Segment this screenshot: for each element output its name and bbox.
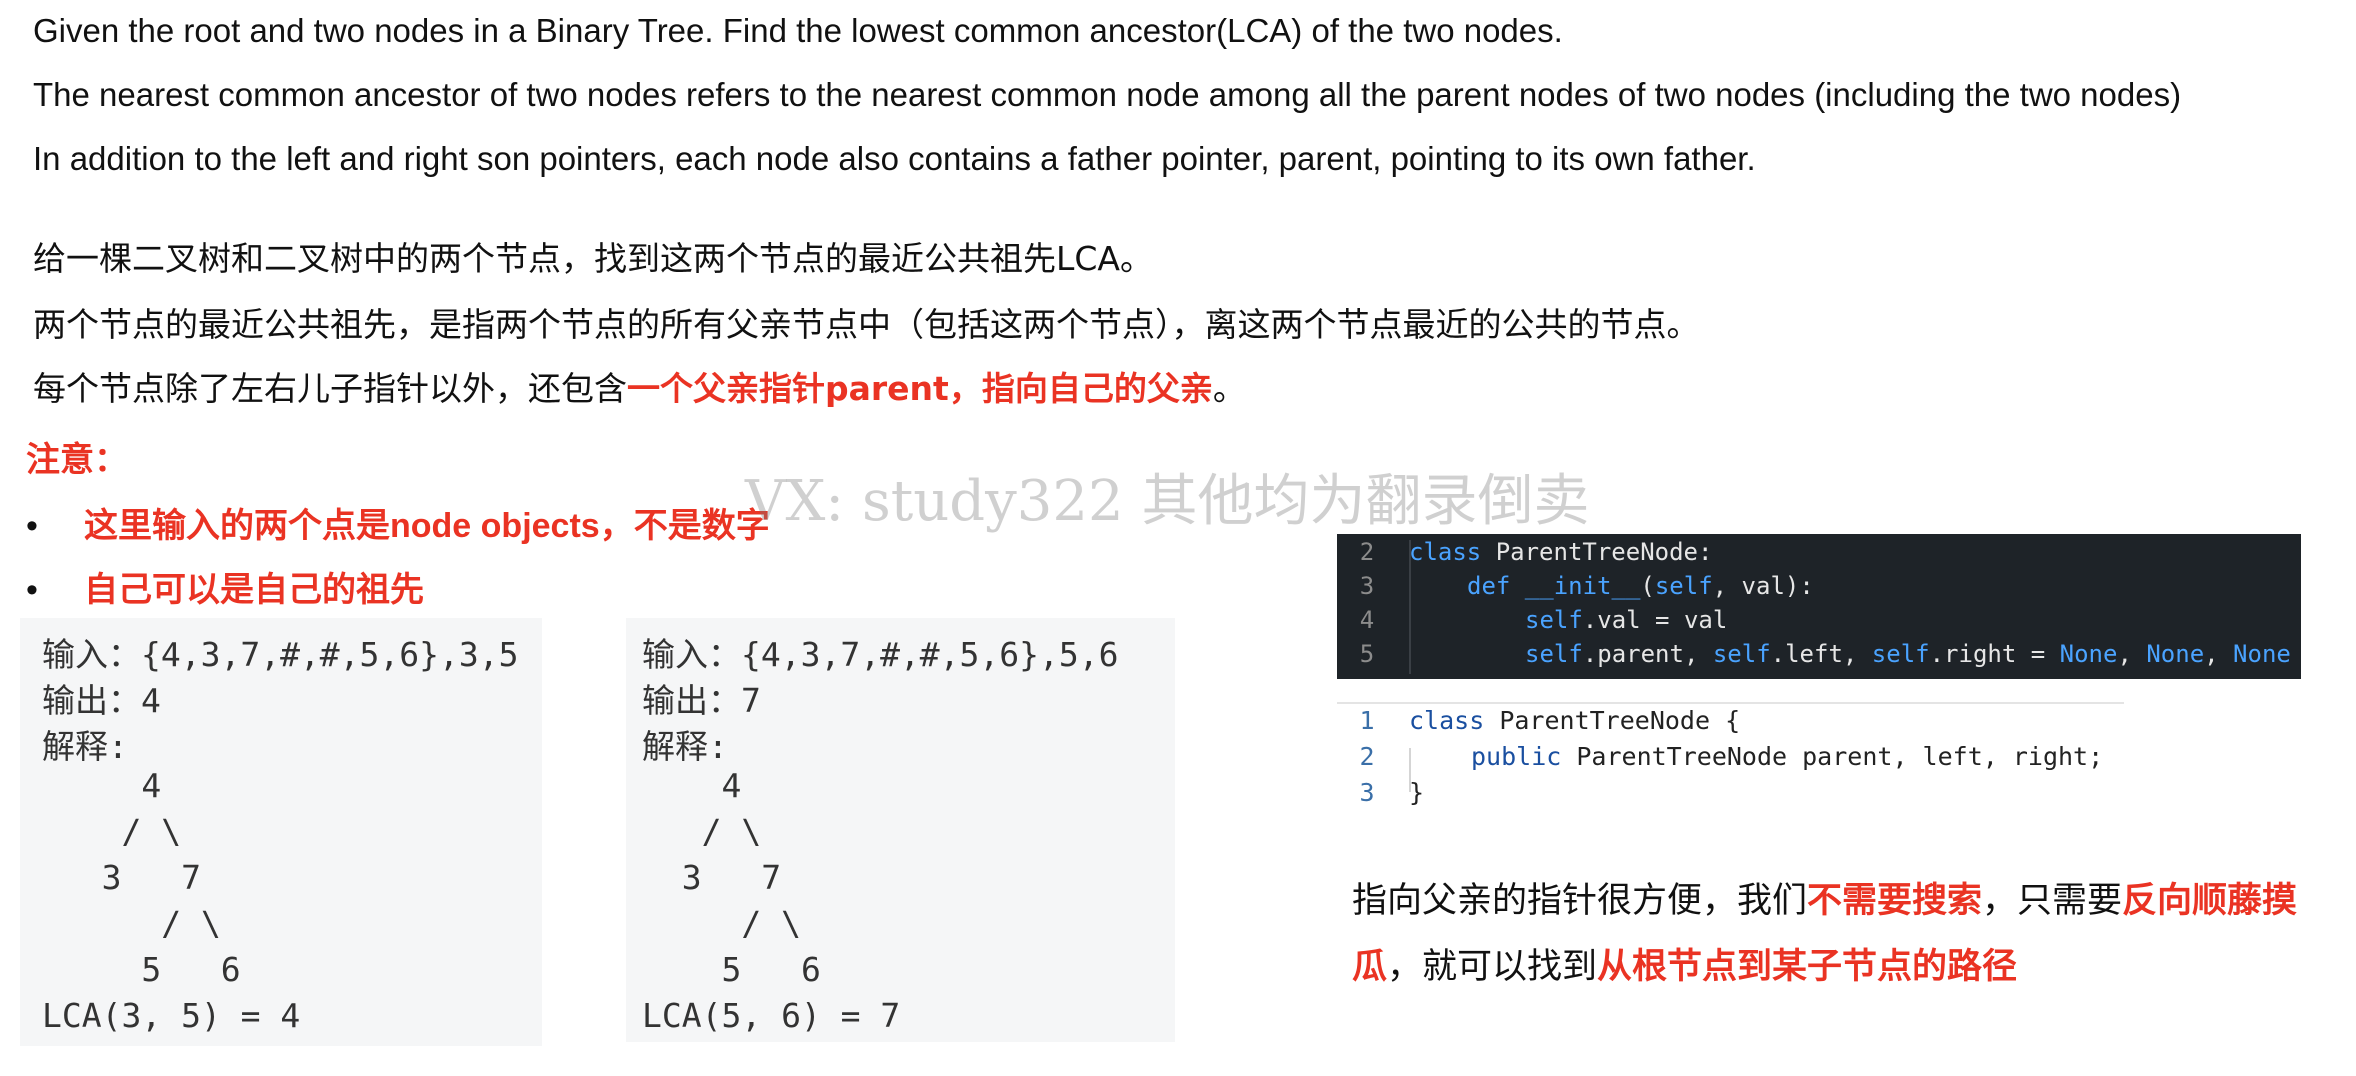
chinese-line-2: 两个节点的最近公共祖先，是指两个节点的所有父亲节点中（包括这两个节点），离这两个… — [33, 305, 1700, 344]
example-box-2: 输入：{4,3,7,#,#,5,6},5,6 输出：7 解释: 4 / \ 3 … — [626, 618, 1175, 1042]
line-number: 5 — [1359, 640, 1375, 668]
code-text: .left, — [1770, 640, 1872, 668]
example-2-line: 输出：7 — [642, 681, 761, 720]
keyword: None — [2233, 640, 2291, 668]
code-text: .right = — [1929, 640, 2060, 668]
keyword: public — [1471, 742, 1562, 771]
function-name: __init__ — [1510, 572, 1641, 600]
example-2-line: 输入：{4,3,7,#,#,5,6},5,6 — [642, 635, 1119, 674]
note-item-2-text: 自己可以是自己的祖先 — [84, 571, 424, 609]
code-text: ParentTreeNode: — [1481, 538, 1713, 566]
bullet-icon: • — [26, 507, 38, 545]
line-number: 2 — [1359, 538, 1375, 566]
bullet-icon: • — [26, 571, 38, 609]
divider — [1337, 702, 2124, 704]
summary-text: ，只需要 — [1982, 881, 2123, 921]
python-line: 3 def __init__(self, val): — [1337, 572, 1814, 600]
example-2-line: 解释: — [642, 727, 728, 766]
code-text: .val = val — [1582, 606, 1728, 634]
keyword: self — [1654, 572, 1713, 600]
code-text: ParentTreeNode { — [1484, 706, 1741, 735]
python-code-block: 2 class ParentTreeNode: 3 def __init__(sel… — [1337, 534, 2301, 679]
example-2-line: 5 6 — [642, 950, 821, 989]
chinese-line-3-prefix: 每个节点除了左右儿子指针以外，还包含 — [33, 369, 627, 408]
keyword: def — [1467, 572, 1511, 600]
example-1-line: 输出：4 — [42, 681, 161, 720]
example-1-line: 输入：{4,3,7,#,#,5,6},3,5 — [42, 635, 519, 674]
keyword: class — [1409, 538, 1482, 566]
keyword: None — [2146, 640, 2205, 668]
summary-highlight: 不需要搜索 — [1807, 881, 1983, 921]
summary-text: ，就可以找到 — [1387, 947, 1598, 987]
python-line: 2 class ParentTreeNode: — [1337, 538, 1713, 566]
example-2-line: / \ — [642, 812, 762, 851]
example-1-line: 5 6 — [42, 950, 241, 989]
code-text: , — [2204, 640, 2234, 668]
chinese-line-3: 每个节点除了左右儿子指针以外，还包含一个父亲指针parent，指向自己的父亲。 — [33, 362, 1246, 410]
note-title: 注意： — [26, 441, 128, 479]
line-number: 1 — [1359, 706, 1375, 735]
example-2-line: / \ — [642, 904, 801, 943]
line-number: 3 — [1359, 778, 1375, 807]
note-item-1-text: 这里输入的两个点是node objects，不是数字 — [84, 507, 770, 545]
chinese-line-1: 给一棵二叉树和二叉树中的两个节点，找到这两个节点的最近公共祖先LCA。 — [33, 239, 1154, 278]
summary-highlight: 从根节点到某子节点的路径 — [1597, 947, 2018, 987]
chinese-line-3-suffix: 。 — [1212, 369, 1246, 408]
example-1-line: 4 — [42, 766, 162, 805]
summary-line-2: 瓜，就可以找到从根节点到某子节点的路径 — [1352, 938, 2017, 989]
java-line: 1 class ParentTreeNode { — [1337, 706, 1740, 735]
note-item-2: • 自己可以是自己的祖先 — [26, 562, 424, 611]
english-line-1: Given the root and two nodes in a Binary… — [33, 12, 1563, 49]
example-2-line: 4 — [642, 766, 742, 805]
code-text: .parent, — [1582, 640, 1713, 668]
keyword: self — [1525, 640, 1583, 668]
english-line-2: The nearest common ancestor of two nodes… — [33, 76, 2182, 113]
watermark: VX: study322 其他均为翻录倒卖 — [745, 469, 1590, 534]
summary-highlight: 反向顺藤摸 — [2122, 881, 2298, 921]
code-text: } — [1409, 778, 1425, 807]
java-line: 2 public ParentTreeNode parent, left, rig… — [1337, 742, 2103, 771]
example-2-line: 3 7 — [642, 858, 782, 897]
line-number: 2 — [1359, 742, 1375, 771]
example-1-line: / \ — [42, 904, 221, 943]
code-text: ( — [1640, 572, 1655, 600]
keyword: class — [1409, 706, 1485, 735]
example-1-line: 解释: — [42, 727, 128, 766]
line-number: 4 — [1359, 606, 1375, 634]
example-box-1: 输入：{4,3,7,#,#,5,6},3,5 输出：4 解释: 4 / \ 3 … — [20, 618, 542, 1046]
python-line: 4 self.val = val — [1337, 606, 1728, 634]
summary-line-1: 指向父亲的指针很方便，我们不需要搜索，只需要反向顺藤摸 — [1352, 872, 2297, 923]
keyword: self — [1525, 606, 1583, 634]
example-1-line: LCA(3, 5) = 4 — [42, 996, 301, 1035]
code-text: ParentTreeNode parent, left, right; — [1561, 742, 2104, 771]
keyword: self — [1871, 640, 1930, 668]
example-2-line: LCA(5, 6) = 7 — [642, 996, 901, 1035]
summary-highlight: 瓜 — [1352, 947, 1388, 987]
code-text: , — [2117, 640, 2147, 668]
keyword: None — [2059, 640, 2118, 668]
java-code-block: 1 class ParentTreeNode { 2 public ParentTr… — [1337, 706, 2237, 816]
line-number: 3 — [1359, 572, 1375, 600]
code-text: , val): — [1712, 572, 1814, 600]
english-line-3: In addition to the left and right son po… — [33, 140, 1756, 177]
chinese-line-3-highlight: 一个父亲指针parent，指向自己的父亲 — [627, 369, 1213, 408]
python-line: 5 self.parent, self.left, self.right = No… — [1337, 640, 2291, 668]
note-item-1: • 这里输入的两个点是node objects，不是数字 — [26, 498, 770, 547]
example-1-line: / \ — [42, 812, 182, 851]
summary-text: 指向父亲的指针很方便，我们 — [1352, 881, 1808, 921]
java-line: 3} — [1337, 778, 1424, 807]
keyword: self — [1712, 640, 1771, 668]
example-1-line: 3 7 — [42, 858, 201, 897]
